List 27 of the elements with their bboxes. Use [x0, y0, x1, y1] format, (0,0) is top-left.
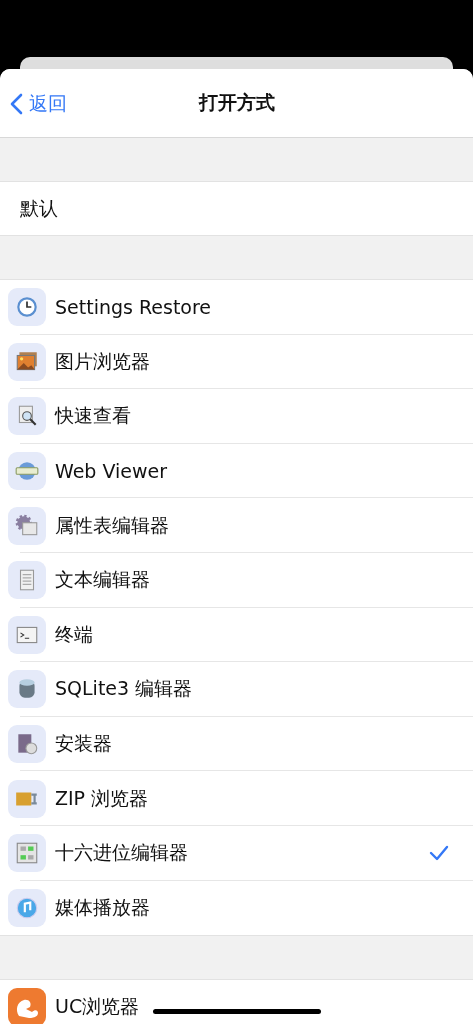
app-name[interactable]: Web Viewer	[55, 460, 465, 483]
photo-icon	[8, 342, 46, 381]
hex-icon	[8, 834, 46, 873]
app-name[interactable]: 安装器	[55, 731, 465, 758]
app-name[interactable]: 媒体播放器	[55, 894, 465, 921]
chevron-left-icon	[10, 93, 23, 115]
app-name[interactable]: Settings Restore	[55, 296, 465, 319]
app-name[interactable]: 文本编辑器	[55, 567, 465, 594]
app-name[interactable]: 终端	[55, 621, 465, 648]
globe-icon	[8, 452, 46, 491]
music-icon	[8, 888, 46, 927]
clock-icon	[8, 288, 46, 327]
document-icon	[8, 561, 46, 600]
app-name[interactable]: ZIP 浏览器	[55, 785, 465, 812]
app-name[interactable]: 快速查看	[55, 403, 465, 430]
database-icon	[8, 670, 46, 709]
magnifier-icon	[8, 397, 46, 436]
back-button[interactable]: 返回	[10, 91, 67, 117]
default-label: 默认	[20, 195, 59, 221]
folder-icon	[8, 779, 46, 818]
app-name[interactable]: 十六进位编辑器	[55, 840, 420, 867]
app-name[interactable]: 属性表编辑器	[55, 512, 465, 539]
page-title: 打开方式	[198, 90, 275, 115]
app-name[interactable]: SQLite3 编辑器	[55, 676, 465, 703]
gear-icon	[8, 506, 46, 545]
app-name[interactable]: 图片浏览器	[55, 348, 465, 375]
terminal-icon	[8, 615, 46, 654]
